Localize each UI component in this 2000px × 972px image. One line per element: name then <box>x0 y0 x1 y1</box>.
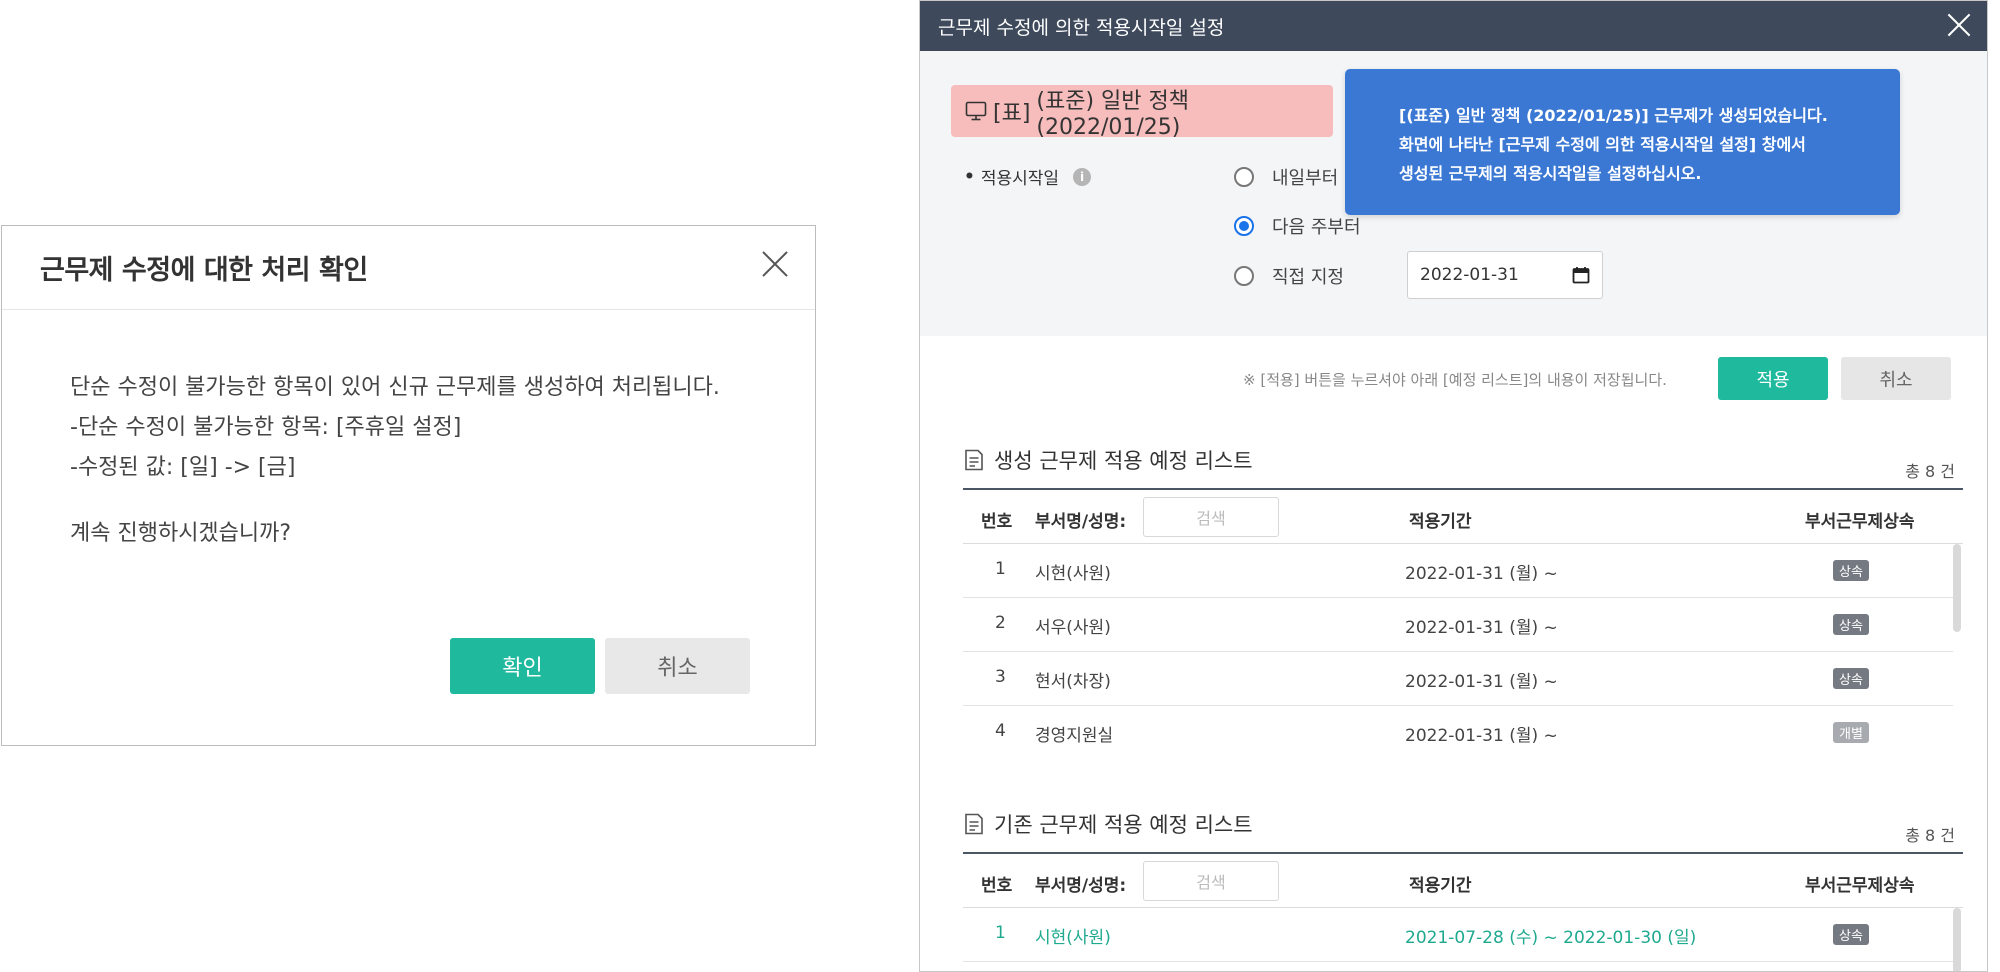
document-icon <box>965 449 983 471</box>
row-period: 2022-01-31 (월) ~ <box>1405 726 1558 746</box>
document-icon <box>965 813 983 835</box>
column-inherit: 부서근무제상속 <box>1805 512 1915 532</box>
confirm-dialog: 근무제 수정에 대한 처리 확인 단순 수정이 불가능한 항목이 있어 신규 근… <box>1 225 816 746</box>
old-list-header: 번호 부서명/성명: 검색 적용기간 부서근무제상속 <box>963 852 1963 908</box>
option-tomorrow[interactable]: 내일부터 <box>1234 164 1338 190</box>
option-label: 다음 주부터 <box>1272 217 1361 238</box>
start-date-label-text: 적용시작일 <box>980 169 1060 189</box>
message-line: 단순 수정이 불가능한 항목이 있어 신규 근무제를 생성하여 처리됩니다. <box>70 375 720 400</box>
row-name: 서우(사원) <box>1035 618 1111 638</box>
inherit-badge: 상속 <box>1833 614 1869 635</box>
column-num: 번호 <box>981 876 1013 896</box>
column-num: 번호 <box>981 512 1013 532</box>
inherit-badge: 상속 <box>1833 924 1869 945</box>
option-label: 직접 지정 <box>1272 267 1344 288</box>
settings-area: [표] (표준) 일반 정책 (2022/01/25) • 적용시작일 i 내일… <box>920 51 1987 336</box>
column-inherit: 부서근무제상속 <box>1805 876 1915 896</box>
panel-title: 근무제 수정에 의한 적용시작일 설정 <box>938 17 1225 39</box>
info-icon[interactable]: i <box>1073 167 1092 186</box>
option-custom[interactable]: 직접 지정 <box>1234 263 1344 289</box>
row-period: 2022-01-31 (월) ~ <box>1405 618 1558 638</box>
tooltip-line: [(표준) 일반 정책 (2022/01/25)] 근무제가 생성되었습니다. <box>1399 106 1828 125</box>
row-num: 2 <box>995 613 1006 633</box>
column-period: 적용기간 <box>1409 512 1472 532</box>
new-list-count: 총 8 건 <box>1905 462 1955 481</box>
old-list-scrollbar[interactable] <box>1953 908 1961 971</box>
cancel-button[interactable]: 취소 <box>605 638 750 694</box>
info-tooltip: [(표준) 일반 정책 (2022/01/25)] 근무제가 생성되었습니다. … <box>1345 69 1900 215</box>
date-input[interactable]: 2022-01-31 <box>1407 251 1603 299</box>
column-name: 부서명/성명: <box>1035 876 1127 896</box>
table-row[interactable]: 1 시현(사원) 2021-07-28 (수) ~ 2022-01-30 (일)… <box>963 908 1953 962</box>
radio-next-week[interactable] <box>1234 216 1254 236</box>
close-icon[interactable] <box>1945 11 1973 39</box>
message-line: -수정된 값: [일] -> [금] <box>70 455 296 480</box>
row-name: 시현(사원) <box>1035 928 1111 948</box>
close-icon[interactable] <box>759 248 791 280</box>
policy-prefix: [표] <box>993 101 1031 126</box>
date-value: 2022-01-31 <box>1420 265 1519 285</box>
new-list-header: 번호 부서명/성명: 검색 적용기간 부서근무제상속 <box>963 488 1963 544</box>
row-period: 2022-01-31 (월) ~ <box>1405 564 1558 584</box>
old-list-title-text: 기존 근무제 적용 예정 리스트 <box>994 813 1253 837</box>
panel-header: 근무제 수정에 의한 적용시작일 설정 <box>920 1 1987 51</box>
option-label: 내일부터 <box>1272 168 1339 189</box>
table-row[interactable]: 3 현서(차장) 2022-01-31 (월) ~ 상속 <box>963 652 1953 706</box>
confirm-question: 계속 진행하시겠습니까? <box>70 521 292 546</box>
apply-button[interactable]: 적용 <box>1718 357 1828 400</box>
column-period: 적용기간 <box>1409 876 1472 896</box>
table-row[interactable]: 1 시현(사원) 2022-01-31 (월) ~ 상속 <box>963 544 1953 598</box>
old-list-title: 기존 근무제 적용 예정 리스트 <box>964 809 1253 839</box>
row-num: 3 <box>995 667 1006 687</box>
table-row[interactable]: 2 서우(사원) 2022-01-31 (월) ~ 상속 <box>963 598 1953 652</box>
confirm-dialog-header: 근무제 수정에 대한 처리 확인 <box>2 226 815 310</box>
start-date-label: • 적용시작일 i <box>964 164 1092 189</box>
confirm-button[interactable]: 확인 <box>450 638 595 694</box>
row-name: 현서(차장) <box>1035 672 1111 692</box>
old-list-count: 총 8 건 <box>1905 826 1955 845</box>
row-name: 경영지원실 <box>1035 726 1114 746</box>
row-num: 1 <box>995 559 1006 579</box>
new-list-title: 생성 근무제 적용 예정 리스트 <box>964 445 1253 475</box>
row-num: 4 <box>995 721 1006 741</box>
search-input[interactable]: 검색 <box>1143 497 1279 537</box>
cancel-button[interactable]: 취소 <box>1841 357 1951 400</box>
confirm-dialog-message: 단순 수정이 불가능한 항목이 있어 신규 근무제를 생성하여 처리됩니다. -… <box>70 368 720 554</box>
search-input[interactable]: 검색 <box>1143 861 1279 901</box>
start-date-panel: 근무제 수정에 의한 적용시작일 설정 [표] (표준) 일반 정책 (2022… <box>919 0 1988 972</box>
row-num: 1 <box>995 923 1006 943</box>
option-next-week[interactable]: 다음 주부터 <box>1234 213 1361 239</box>
row-period: 2021-07-28 (수) ~ 2022-01-30 (일) <box>1405 928 1697 948</box>
confirm-dialog-title: 근무제 수정에 대한 처리 확인 <box>40 255 368 286</box>
radio-tomorrow[interactable] <box>1234 167 1254 187</box>
table-row[interactable]: 4 경영지원실 2022-01-31 (월) ~ 개별 <box>963 706 1953 760</box>
monitor-icon <box>965 101 987 121</box>
calendar-icon[interactable] <box>1572 266 1590 284</box>
column-name: 부서명/성명: <box>1035 512 1127 532</box>
individual-badge: 개별 <box>1833 722 1869 743</box>
row-name: 시현(사원) <box>1035 564 1111 584</box>
new-list-scrollbar[interactable] <box>1953 544 1961 632</box>
inherit-badge: 상속 <box>1833 668 1869 689</box>
inherit-badge: 상속 <box>1833 560 1869 581</box>
tooltip-line: 생성된 근무제의 적용시작일을 설정하십시오. <box>1399 164 1702 183</box>
new-list-title-text: 생성 근무제 적용 예정 리스트 <box>994 449 1253 473</box>
radio-custom[interactable] <box>1234 266 1254 286</box>
apply-note: ※ [적용] 버튼을 누르셔야 아래 [예정 리스트]의 내용이 저장됩니다. <box>1243 371 1667 389</box>
message-line: -단순 수정이 불가능한 항목: [주휴일 설정] <box>70 415 462 440</box>
policy-chip: [표] (표준) 일반 정책 (2022/01/25) <box>951 85 1333 140</box>
tooltip-line: 화면에 나타난 [근무제 수정에 의한 적용시작일 설정] 창에서 <box>1399 135 1806 154</box>
row-period: 2022-01-31 (월) ~ <box>1405 672 1558 692</box>
policy-name: (표준) 일반 정책 (2022/01/25) <box>1036 88 1189 140</box>
